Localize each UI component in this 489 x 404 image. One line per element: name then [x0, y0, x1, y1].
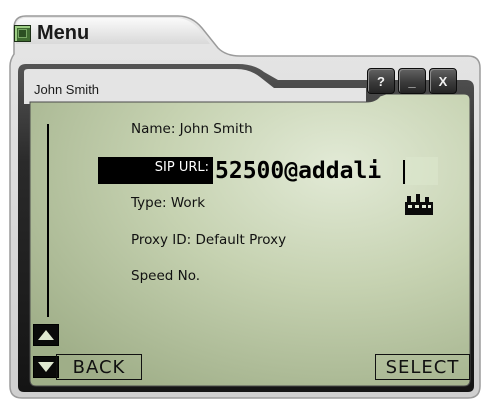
- menu-icon: [14, 25, 31, 42]
- window-title-label: Menu: [37, 22, 90, 44]
- scroll-up-button[interactable]: [33, 324, 59, 346]
- scroll-track: [47, 124, 49, 317]
- arrow-down-icon: [38, 362, 54, 372]
- close-button[interactable]: X: [429, 68, 457, 94]
- minimize-button[interactable]: _: [398, 68, 426, 94]
- work-building-icon: [405, 194, 433, 215]
- arrow-up-icon: [38, 330, 54, 340]
- help-button[interactable]: ?: [367, 68, 395, 94]
- speed-number-field: Speed No.: [131, 268, 201, 284]
- sip-input-end: [406, 157, 438, 185]
- sip-url-label: SIP URL:: [98, 157, 213, 184]
- back-button[interactable]: BACK: [56, 354, 142, 380]
- name-field: Name: John Smith: [131, 121, 253, 137]
- select-button[interactable]: SELECT: [375, 354, 470, 380]
- window-title[interactable]: Menu: [14, 22, 89, 45]
- type-field: Type: Work: [131, 195, 206, 211]
- contact-name-header: John Smith: [34, 82, 100, 97]
- proxy-field: Proxy ID: Default Proxy: [131, 232, 287, 248]
- text-caret: [403, 160, 405, 184]
